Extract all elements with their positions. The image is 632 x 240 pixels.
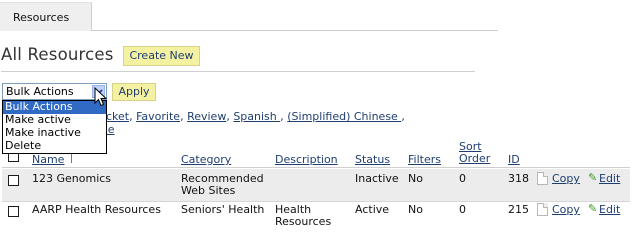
pencil-icon[interactable]: ✎	[588, 202, 597, 215]
cell-status: Active	[355, 203, 390, 216]
table-row: AARP Health Resources Seniors' Health He…	[2, 202, 630, 232]
column-header-status[interactable]: Status	[355, 153, 390, 166]
page-title: All Resources	[1, 45, 114, 64]
create-new-button[interactable]: Create New	[123, 46, 200, 66]
header-divider	[2, 167, 630, 168]
mouse-cursor-icon	[94, 87, 108, 107]
table-row: 123 Genomics Recommended Web Sites Inact…	[2, 169, 630, 201]
cell-category-line2: Web Sites	[181, 184, 236, 197]
cell-sort-order: 0	[459, 172, 466, 185]
cell-name: AARP Health Resources	[32, 203, 161, 216]
tab-resources-label: Resources	[13, 11, 70, 24]
title-divider	[1, 71, 475, 72]
column-header-id[interactable]: ID	[508, 153, 520, 166]
bulk-actions-dropdown: Bulk Actions Make active Make inactive D…	[2, 100, 107, 154]
tab-bar: Resources	[0, 0, 632, 32]
edit-link[interactable]: Edit	[599, 173, 620, 185]
filter-link-chinese[interactable]: (Simplified) Chinese	[287, 110, 401, 123]
cell-filters: No	[408, 203, 423, 216]
filter-link-review[interactable]: Review	[187, 110, 226, 123]
column-header-category[interactable]: Category	[181, 153, 231, 166]
cell-sort-order: 0	[459, 203, 466, 216]
copy-link[interactable]: Copy	[552, 173, 580, 185]
sort-order-line2: Order	[459, 152, 491, 165]
tab-resources[interactable]: Resources	[0, 2, 92, 31]
edit-link[interactable]: Edit	[599, 204, 620, 216]
column-header-description[interactable]: Description	[275, 153, 338, 166]
bulk-actions-select[interactable]: Bulk Actions	[2, 83, 107, 100]
filter-link-spanish[interactable]: Spanish	[233, 110, 280, 123]
cell-category: Seniors' Health	[181, 203, 265, 216]
cell-name: 123 Genomics	[32, 172, 112, 185]
filter-link-bucket[interactable]: cket	[106, 110, 129, 123]
apply-button[interactable]: Apply	[112, 83, 156, 101]
column-header-filters[interactable]: Filters	[408, 153, 441, 166]
cell-filters: No	[408, 172, 423, 185]
cell-description: Health Resources	[275, 204, 331, 228]
cell-category: Recommended Web Sites	[181, 173, 264, 197]
copy-link[interactable]: Copy	[552, 204, 580, 216]
filter-link-favorite[interactable]: Favorite	[136, 110, 180, 123]
cell-id: 318	[508, 172, 529, 185]
column-header-sort-order[interactable]: Sort Order	[459, 141, 490, 165]
column-header-name[interactable]: Name	[32, 153, 64, 166]
row-checkbox[interactable]	[8, 175, 19, 186]
bulk-actions-selected-value: Bulk Actions	[6, 85, 74, 98]
pencil-icon[interactable]: ✎	[588, 171, 597, 184]
row-checkbox[interactable]	[8, 206, 19, 217]
dropdown-option-delete[interactable]: Delete	[3, 140, 106, 153]
cell-description-line2: Resources	[275, 215, 332, 228]
copy-icon[interactable]	[537, 172, 548, 185]
cell-id: 215	[508, 203, 529, 216]
copy-icon[interactable]	[537, 203, 548, 216]
cell-status: Inactive	[355, 172, 399, 185]
tab-bar-rule	[92, 30, 498, 31]
